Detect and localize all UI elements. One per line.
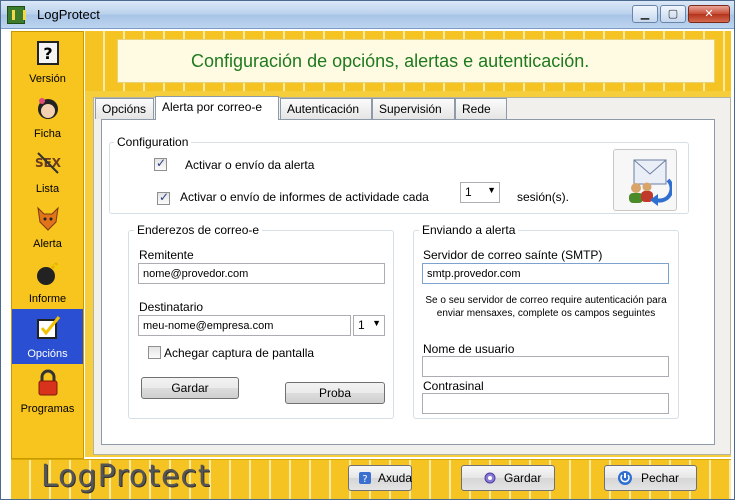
close-app-button[interactable]: Pechar xyxy=(604,465,697,491)
sessions-suffix-label: sesión(s). xyxy=(517,190,570,204)
logprotect-app-icon xyxy=(7,6,26,24)
sex-badge-icon: SEX xyxy=(35,152,62,174)
title-bar[interactable]: LogProtect ▁ ▢ ✕ xyxy=(1,1,734,29)
attach-screenshot-checkbox[interactable] xyxy=(148,346,161,359)
minimize-icon: ▁ xyxy=(640,7,650,20)
bomb-report-icon xyxy=(37,261,61,285)
smtp-server-input[interactable] xyxy=(422,263,669,284)
email-addresses-group-title: Enderezos de correo-e xyxy=(134,223,263,237)
logprotect-logo: LogProtect xyxy=(41,459,211,494)
sidebar-item-label: Versión xyxy=(29,73,66,85)
enable-reports-label: Activar o envío de informes de actividad… xyxy=(180,190,429,204)
help-button[interactable]: ? Axuda xyxy=(348,465,412,491)
svg-text:?: ? xyxy=(43,44,52,63)
close-icon: ✕ xyxy=(704,7,714,20)
sender-input[interactable] xyxy=(138,263,385,284)
sidebar-item-programas[interactable]: Programas xyxy=(12,364,83,419)
window-title: LogProtect xyxy=(37,7,100,22)
sender-label: Remitente xyxy=(139,248,194,262)
sidebar-item-version[interactable]: ? Versión xyxy=(12,34,83,89)
tab-supervision[interactable]: Supervisión xyxy=(372,98,455,119)
fox-alert-icon xyxy=(37,206,59,231)
window-controls: ▁ ▢ ✕ xyxy=(632,5,730,23)
auth-note: Se o seu servidor de correo require aute… xyxy=(425,295,667,319)
recipient-input[interactable] xyxy=(138,315,351,336)
minimize-button[interactable]: ▁ xyxy=(632,5,658,23)
chevron-down-icon: ▼ xyxy=(372,318,381,328)
sending-alert-group-title: Enviando a alerta xyxy=(419,223,519,237)
password-label: Contrasinal xyxy=(423,379,484,393)
sidebar-item-label: Opcións xyxy=(27,348,68,360)
enable-reports-checkbox[interactable] xyxy=(157,190,170,205)
mail-send-icon xyxy=(629,159,672,206)
checklist-icon xyxy=(37,316,61,339)
sidebar-item-label: Programas xyxy=(20,403,75,415)
recipient-index-select[interactable]: 1 ▼ xyxy=(353,315,385,336)
save-address-button[interactable]: Gardar xyxy=(141,377,239,399)
page-title: Configuración de opcións, alertas e aute… xyxy=(191,51,590,71)
close-app-button-label: Pechar xyxy=(641,471,680,485)
help-icon: ? xyxy=(359,472,371,485)
recipient-index-value: 1 xyxy=(358,318,365,332)
question-book-icon: ? xyxy=(37,41,59,65)
enable-alert-checkbox[interactable] xyxy=(154,156,167,171)
save-button-label: Gardar xyxy=(504,471,542,485)
svg-text:?: ? xyxy=(362,474,367,485)
power-icon xyxy=(618,471,632,485)
username-input[interactable] xyxy=(422,356,669,377)
sidebar-item-opcions[interactable]: Opcións xyxy=(12,309,83,364)
test-button[interactable]: Proba xyxy=(285,382,385,404)
sidebar-item-ficha[interactable]: Ficha xyxy=(12,89,83,144)
configuration-group-title: Configuration xyxy=(114,135,192,149)
chevron-down-icon: ▼ xyxy=(487,185,496,195)
sidebar-item-label: Lista xyxy=(35,183,60,195)
sidebar-item-informe[interactable]: Informe xyxy=(12,254,83,309)
sidebar-item-alerta[interactable]: Alerta xyxy=(12,199,83,254)
smtp-server-label: Servidor de correo saínte (SMTP) xyxy=(423,248,603,262)
tab-autenticacion[interactable]: Autenticación xyxy=(280,98,372,119)
sessions-select[interactable]: 1 ▼ xyxy=(460,182,500,203)
maximize-button[interactable]: ▢ xyxy=(660,5,686,23)
recipient-label: Destinatario xyxy=(139,300,204,314)
email-settings-icon-box xyxy=(613,149,677,211)
person-face-icon xyxy=(38,98,58,119)
attach-screenshot-label: Achegar captura de pantalla xyxy=(164,346,315,360)
tab-opcions[interactable]: Opcións xyxy=(95,98,154,119)
sessions-select-value: 1 xyxy=(465,185,472,199)
close-button[interactable]: ✕ xyxy=(688,5,730,23)
sidebar-item-label: Ficha xyxy=(34,128,61,140)
tab-rede[interactable]: Rede xyxy=(455,98,507,119)
password-input[interactable] xyxy=(422,393,669,414)
sidebar-item-label: Alerta xyxy=(33,238,62,250)
sidebar: ? Versión Ficha SEX Lista Alerta Informe… xyxy=(11,31,84,459)
maximize-icon: ▢ xyxy=(667,7,679,20)
sidebar-item-lista[interactable]: SEX Lista xyxy=(12,144,83,199)
save-button[interactable]: Gardar xyxy=(461,465,555,491)
padlock-icon xyxy=(38,369,58,396)
help-button-label: Axuda xyxy=(378,471,413,485)
enable-alert-label: Activar o envío da alerta xyxy=(185,158,315,172)
sidebar-item-label: Informe xyxy=(28,293,67,305)
username-label: Nome de usuario xyxy=(423,342,515,356)
app-window: LogProtect ▁ ▢ ✕ ? Versión Ficha SEX Lis… xyxy=(0,0,735,500)
tab-alerta-correo[interactable]: Alerta por correo-e xyxy=(155,96,279,120)
gear-icon xyxy=(484,472,496,484)
